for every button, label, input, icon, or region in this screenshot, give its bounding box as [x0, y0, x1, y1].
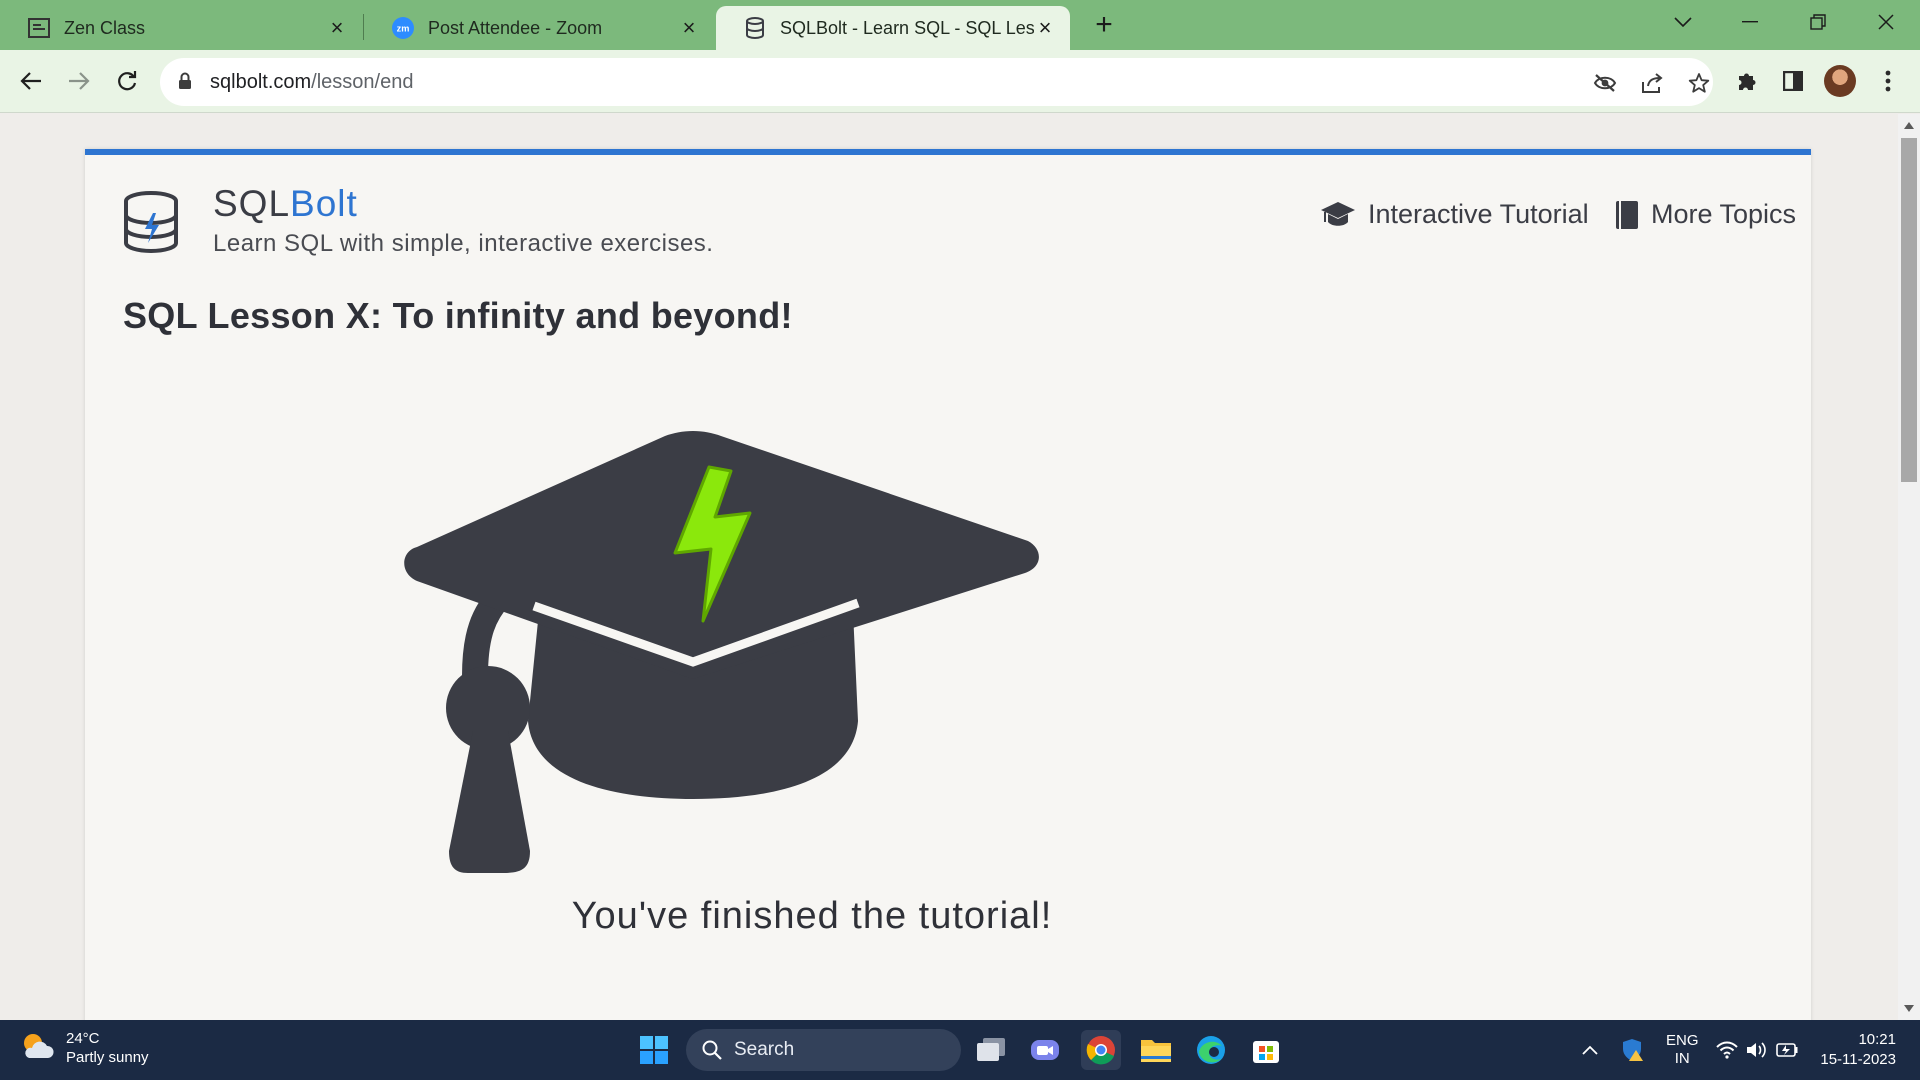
- close-tab-icon[interactable]: ×: [326, 15, 348, 40]
- weather-text: 24°C Partly sunny: [66, 1029, 149, 1067]
- graduation-cap-icon: [1320, 201, 1356, 229]
- page-title: SQL Lesson X: To infinity and beyond!: [123, 295, 793, 336]
- clock-date: 15-11-2023: [1820, 1051, 1896, 1068]
- book-icon: [1615, 200, 1639, 230]
- sqlbolt-favicon: [744, 17, 766, 39]
- side-panel-icon[interactable]: [1777, 65, 1809, 97]
- weather-temperature: 24°C: [66, 1030, 100, 1047]
- vertical-scrollbar[interactable]: [1898, 114, 1920, 1020]
- url-text: sqlbolt.com/lesson/end: [210, 58, 413, 106]
- battery-icon[interactable]: [1776, 1020, 1798, 1080]
- content-card: SQLBolt Learn SQL with simple, interacti…: [85, 149, 1811, 1020]
- zoom-favicon: zm: [392, 17, 414, 39]
- tab-strip: Zen Class × zm Post Attendee - Zoom × SQ…: [0, 0, 1920, 50]
- scroll-down-arrow-icon[interactable]: [1904, 1005, 1914, 1012]
- tab-search-chevron-icon[interactable]: [1653, 0, 1713, 44]
- microsoft-store-icon[interactable]: [1246, 1030, 1286, 1070]
- scroll-up-arrow-icon[interactable]: [1904, 122, 1914, 129]
- minimize-icon[interactable]: [1720, 0, 1780, 44]
- finished-message: You've finished the tutorial!: [571, 895, 1053, 937]
- partly-sunny-icon: [20, 1030, 54, 1067]
- system-clock[interactable]: 10:21 15-11-2023: [1820, 1030, 1896, 1070]
- sqlbolt-logo-icon[interactable]: [123, 191, 179, 260]
- windows-taskbar: 24°C Partly sunny Search ENG IN 10:21 15…: [0, 1020, 1920, 1080]
- tab-title: SQLBolt - Learn SQL - SQL Lesson X: To i…: [780, 17, 1034, 38]
- show-hidden-icons-chevron-icon[interactable]: [1582, 1020, 1598, 1080]
- scrollbar-thumb[interactable]: [1901, 138, 1917, 482]
- svg-text:zm: zm: [397, 24, 410, 34]
- windows-start-icon[interactable]: [634, 1030, 674, 1070]
- browser-toolbar: sqlbolt.com/lesson/end: [0, 50, 1920, 113]
- close-tab-icon[interactable]: ×: [678, 15, 700, 40]
- task-view-icon[interactable]: [971, 1030, 1011, 1070]
- url-host: sqlbolt.com: [210, 71, 312, 93]
- nav-interactive-tutorial[interactable]: Interactive Tutorial: [1320, 199, 1589, 230]
- site-tagline: Learn SQL with simple, interactive exerc…: [213, 230, 714, 257]
- weather-widget[interactable]: 24°C Partly sunny: [20, 1029, 149, 1067]
- nav-label: Interactive Tutorial: [1368, 199, 1589, 229]
- site-brand[interactable]: SQLBolt: [213, 183, 358, 225]
- tab-title: Post Attendee - Zoom: [428, 17, 603, 38]
- profile-avatar[interactable]: [1824, 65, 1856, 97]
- wifi-icon[interactable]: [1716, 1020, 1738, 1080]
- tracking-protection-eye-off-icon[interactable]: [1590, 68, 1620, 98]
- zen-class-favicon: [28, 17, 50, 39]
- security-shield-icon[interactable]: [1622, 1020, 1644, 1080]
- nav-more-topics[interactable]: More Topics: [1615, 199, 1796, 230]
- restore-icon[interactable]: [1788, 0, 1848, 44]
- lock-icon[interactable]: [178, 72, 192, 95]
- clock-time: 10:21: [1858, 1031, 1896, 1048]
- brand-suffix: Bolt: [290, 183, 358, 224]
- bookmark-star-icon[interactable]: [1684, 68, 1714, 98]
- close-tab-icon[interactable]: ×: [1034, 15, 1056, 40]
- page-viewport: SQLBolt Learn SQL with simple, interacti…: [0, 114, 1920, 1020]
- new-tab-button[interactable]: +: [1090, 8, 1118, 42]
- reload-icon[interactable]: [108, 62, 146, 100]
- taskbar-search[interactable]: Search: [686, 1029, 961, 1071]
- input-language-indicator[interactable]: ENG IN: [1666, 1020, 1699, 1080]
- forward-arrow-icon[interactable]: [60, 62, 98, 100]
- brand-prefix: SQL: [213, 183, 291, 224]
- search-icon: [702, 1040, 722, 1060]
- teams-chat-icon[interactable]: [1025, 1030, 1065, 1070]
- address-bar[interactable]: sqlbolt.com/lesson/end: [160, 58, 1713, 106]
- language-code: ENG: [1666, 1032, 1699, 1049]
- weather-description: Partly sunny: [66, 1049, 149, 1066]
- edge-browser-icon[interactable]: [1191, 1030, 1231, 1070]
- url-path: /lesson/end: [311, 71, 414, 93]
- file-explorer-icon[interactable]: [1136, 1030, 1176, 1070]
- region-code: IN: [1674, 1050, 1690, 1067]
- search-label: Search: [734, 1039, 795, 1060]
- avatar: [1824, 65, 1856, 97]
- volume-icon[interactable]: [1746, 1020, 1768, 1080]
- tab-zoom[interactable]: zm Post Attendee - Zoom ×: [364, 6, 714, 50]
- graduation-cap-illustration: [403, 431, 1043, 886]
- chrome-icon[interactable]: [1081, 1030, 1121, 1070]
- tab-zen-class[interactable]: Zen Class ×: [0, 6, 362, 50]
- kebab-menu-icon[interactable]: [1872, 65, 1904, 97]
- share-icon[interactable]: [1637, 68, 1667, 98]
- close-window-icon[interactable]: [1856, 0, 1916, 44]
- tab-title: Zen Class: [64, 17, 146, 38]
- nav-label: More Topics: [1651, 199, 1797, 229]
- extensions-puzzle-icon[interactable]: [1731, 65, 1763, 97]
- tab-sqlbolt[interactable]: SQLBolt - Learn SQL - SQL Lesson X: To i…: [716, 6, 1070, 50]
- back-arrow-icon[interactable]: [12, 62, 50, 100]
